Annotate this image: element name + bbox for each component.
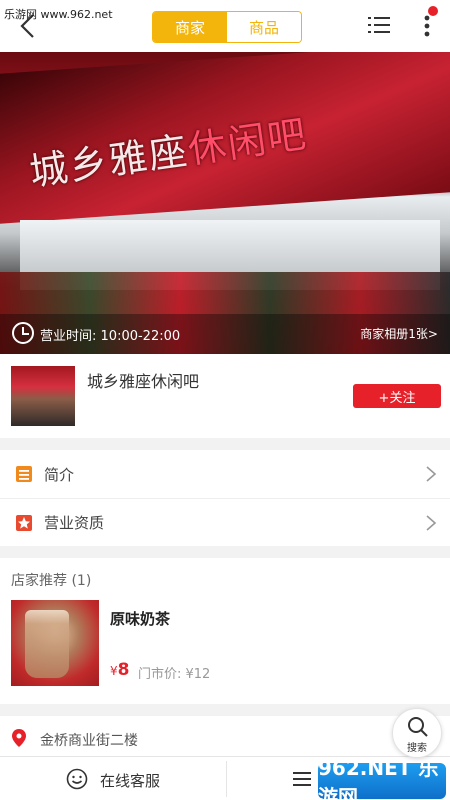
bottom-bar: 在线客服 962.NET 乐游网: [0, 756, 450, 800]
menu-item-license[interactable]: 营业资质: [0, 498, 450, 546]
notification-dot: [428, 6, 438, 16]
tab-merchant[interactable]: 商家: [153, 12, 227, 42]
watermark: 乐游网 www.962.net: [4, 8, 113, 21]
location-pin-icon: [12, 729, 26, 747]
store-thumbnail[interactable]: [11, 366, 75, 426]
business-hours: 营业时间: 10:00-22:00: [40, 329, 181, 344]
store-banner[interactable]: 城乡雅座休闲吧 营业时间: 10:00-22:00 商家相册1张>: [0, 52, 450, 354]
product-price: ¥8: [110, 660, 130, 680]
divider: [226, 761, 227, 797]
store-name: 城乡雅座休闲吧: [87, 372, 200, 391]
tab-product[interactable]: 商品: [227, 12, 301, 42]
product-original-price: 门市价: ¥12: [138, 667, 211, 682]
menu-item-intro[interactable]: 简介: [0, 450, 450, 498]
site-logo: 962.NET 乐游网: [318, 756, 446, 800]
product-name[interactable]: 原味奶茶: [110, 608, 170, 629]
info-menu: 简介 营业资质: [0, 450, 450, 546]
online-service-button[interactable]: 在线客服: [100, 770, 160, 791]
clock-icon: [12, 322, 34, 344]
search-icon: [408, 717, 428, 737]
search-fab[interactable]: 搜索: [392, 708, 442, 758]
menu-item-label: 营业资质: [44, 514, 105, 532]
search-label: 搜索: [407, 743, 427, 754]
list-icon[interactable]: [368, 15, 390, 35]
chevron-right-icon: [426, 466, 437, 482]
recommend-title: 店家推荐 (1): [11, 573, 92, 589]
customer-service-icon[interactable]: [66, 768, 88, 790]
recommend-section: 店家推荐 (1) 原味奶茶 ¥8 门市价: ¥12: [0, 558, 450, 704]
segment-control: 商家 商品: [152, 11, 302, 43]
menu-item-label: 简介: [44, 465, 75, 484]
chevron-right-icon: [426, 514, 437, 531]
product-image[interactable]: [11, 600, 99, 686]
follow-button[interactable]: +关注: [353, 384, 441, 408]
album-link[interactable]: 商家相册1张>: [360, 325, 438, 342]
license-icon: [16, 514, 32, 531]
address-text: 金桥商业街二楼: [40, 733, 138, 749]
intro-icon: [16, 466, 32, 482]
more-vertical-icon[interactable]: [422, 12, 432, 40]
list-icon[interactable]: [293, 771, 311, 787]
